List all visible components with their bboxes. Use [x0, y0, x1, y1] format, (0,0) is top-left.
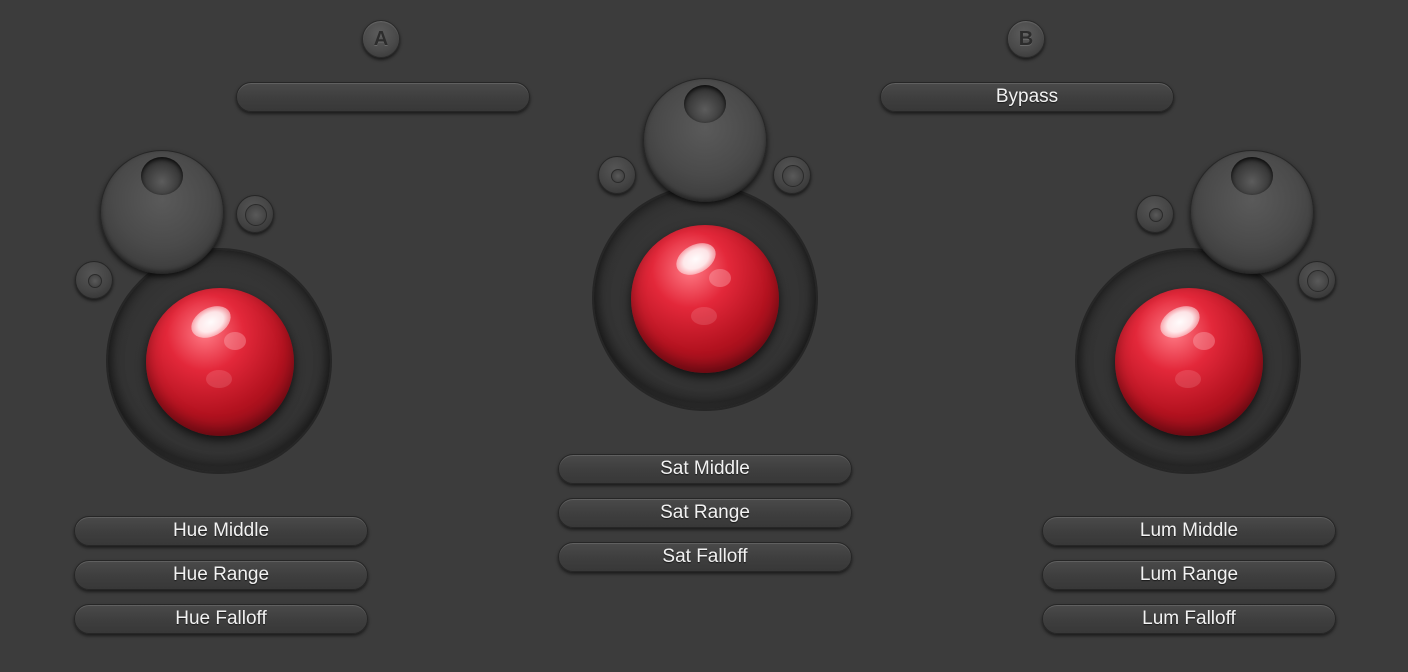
- sat-option-button[interactable]: [773, 156, 811, 194]
- hue-falloff-button[interactable]: Hue Falloff: [74, 604, 368, 634]
- sat-middle-button[interactable]: Sat Middle: [558, 454, 852, 484]
- hue-trackball[interactable]: [146, 288, 294, 436]
- hue-middle-button[interactable]: Hue Middle: [74, 516, 368, 546]
- bypass-button[interactable]: Bypass: [880, 82, 1174, 112]
- lum-range-button[interactable]: Lum Range: [1042, 560, 1336, 590]
- hue-reset-button[interactable]: [75, 261, 113, 299]
- sat-trackball[interactable]: [631, 225, 779, 373]
- lum-middle-button[interactable]: Lum Middle: [1042, 516, 1336, 546]
- lum-reset-button[interactable]: [1136, 195, 1174, 233]
- hue-range-button[interactable]: Hue Range: [74, 560, 368, 590]
- hue-knob[interactable]: [100, 150, 224, 274]
- preset-b-button[interactable]: B: [1007, 20, 1045, 58]
- sat-falloff-button[interactable]: Sat Falloff: [558, 542, 852, 572]
- hue-trackball-assembly: [70, 145, 350, 485]
- lum-trackball-assembly: [1070, 145, 1350, 485]
- hue-option-button[interactable]: [236, 195, 274, 233]
- sat-reset-button[interactable]: [598, 156, 636, 194]
- lum-knob[interactable]: [1190, 150, 1314, 274]
- sat-knob[interactable]: [643, 78, 767, 202]
- preset-a-button[interactable]: A: [362, 20, 400, 58]
- lum-trackball[interactable]: [1115, 288, 1263, 436]
- lum-option-button[interactable]: [1298, 261, 1336, 299]
- sat-range-button[interactable]: Sat Range: [558, 498, 852, 528]
- sat-trackball-assembly: [592, 75, 822, 415]
- lum-falloff-button[interactable]: Lum Falloff: [1042, 604, 1336, 634]
- preset-name-field[interactable]: [236, 82, 530, 112]
